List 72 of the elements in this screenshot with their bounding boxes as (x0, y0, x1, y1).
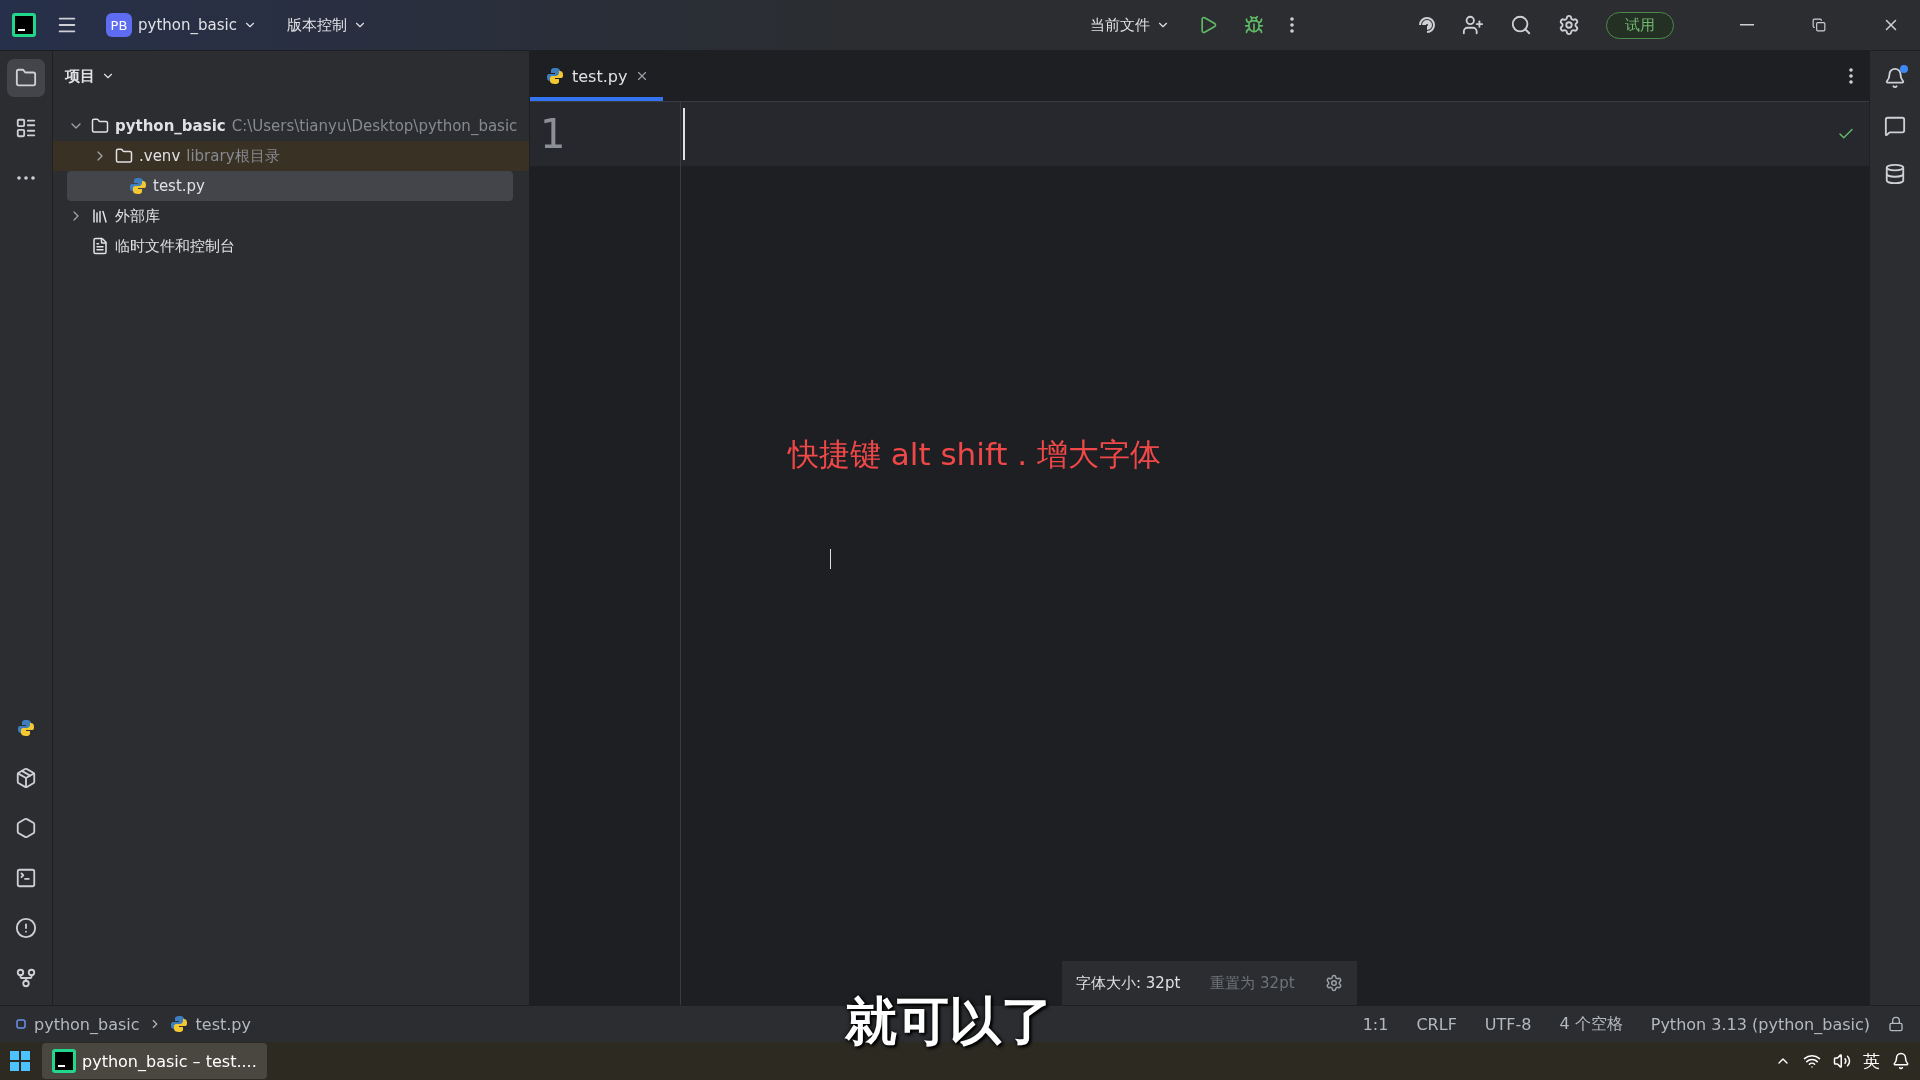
tree-row[interactable]: test.py (67, 171, 513, 201)
more-icon (1290, 17, 1294, 33)
tree-label: 临时文件和控制台 (115, 236, 235, 256)
problems-icon (15, 917, 37, 939)
terminal-icon (15, 867, 37, 889)
tree-hint: C:\Users\tianyu\Desktop\python_basic (231, 117, 518, 135)
notification-dot (1900, 65, 1908, 73)
packages-icon (15, 767, 37, 789)
tree-label: test.py (153, 177, 205, 195)
settings-icon[interactable] (1324, 974, 1343, 992)
tree-label: python_basic (115, 117, 226, 135)
python-file-icon (546, 67, 564, 85)
app-logo-icon (52, 1049, 76, 1073)
folder-icon (115, 147, 133, 165)
wifi-icon[interactable] (1803, 1052, 1821, 1070)
git-icon (15, 967, 37, 989)
vcs-dropdown[interactable]: 版本控制 (278, 11, 375, 39)
tree-hint: library根目录 (186, 146, 280, 166)
structure-tool-icon (15, 117, 37, 139)
breadcrumb[interactable]: python_basic (34, 1014, 140, 1034)
tree-row[interactable]: python_basic C:\Users\tianyu\Desktop\python_basic (53, 111, 529, 141)
tree-label: .venv (139, 147, 181, 165)
database-icon (1884, 163, 1906, 185)
minimize-icon (1740, 24, 1754, 26)
more-tools-icon (17, 176, 35, 180)
search-icon (1510, 14, 1532, 36)
module-icon (16, 1019, 26, 1029)
video-subtitle: 就可以了 (845, 990, 1053, 1053)
app-logo-icon (12, 13, 36, 37)
trial-button[interactable]: 试用 (1606, 11, 1674, 39)
python-file-icon (129, 177, 147, 195)
library-icon (91, 207, 109, 225)
status-item[interactable]: 1:1 (1352, 1014, 1399, 1034)
notification-icon[interactable] (1892, 1052, 1910, 1070)
font-size-label: 字体大小: 32pt (1076, 973, 1181, 993)
scratch-icon (91, 237, 109, 255)
line-number: 1 (530, 102, 680, 166)
tree-row[interactable]: .venv library根目录 (53, 141, 529, 171)
status-item[interactable]: 4 个空格 (1549, 1013, 1633, 1035)
input-method[interactable]: 英 (1863, 1049, 1880, 1073)
annotation-text: 快捷键 alt shift . 增大字体 (788, 435, 1161, 474)
status-item[interactable]: Python 3.13 (python_basic) (1640, 1014, 1880, 1034)
project-tool-button[interactable] (7, 59, 45, 97)
project-tool-icon (15, 67, 37, 89)
settings-icon (1558, 14, 1580, 36)
taskbar-app[interactable]: python_basic – test.... (42, 1043, 267, 1079)
folder-icon (91, 117, 109, 135)
lock-icon[interactable] (1888, 1016, 1904, 1032)
bell-icon (1884, 67, 1906, 89)
run-config-dropdown[interactable]: 当前文件 (1082, 11, 1178, 39)
python-icon (17, 719, 35, 737)
project-dropdown[interactable]: PB python_basic (98, 9, 265, 41)
breadcrumb[interactable]: test.py (195, 1014, 251, 1034)
tab-options-icon (1849, 68, 1853, 84)
debug-icon (1244, 15, 1264, 35)
python-file-icon (169, 1015, 188, 1033)
chat-icon (1884, 115, 1906, 137)
status-item[interactable]: CRLF (1406, 1014, 1467, 1034)
start-icon[interactable] (10, 1051, 30, 1071)
add-user-icon (1462, 14, 1484, 36)
volume-icon[interactable] (1833, 1052, 1851, 1070)
run-icon (1198, 15, 1218, 35)
status-item[interactable]: UTF-8 (1474, 1014, 1542, 1034)
restore-icon (1812, 18, 1826, 32)
project-badge: PB (106, 13, 132, 37)
tree-row[interactable]: 外部库 (53, 201, 529, 231)
text-caret (683, 108, 685, 160)
services-icon (15, 817, 37, 839)
tree-label: 外部库 (115, 206, 160, 226)
tree-row[interactable]: 临时文件和控制台 (53, 231, 529, 261)
mouse-cursor (830, 549, 831, 569)
project-panel-title[interactable]: 项目 (53, 51, 529, 101)
